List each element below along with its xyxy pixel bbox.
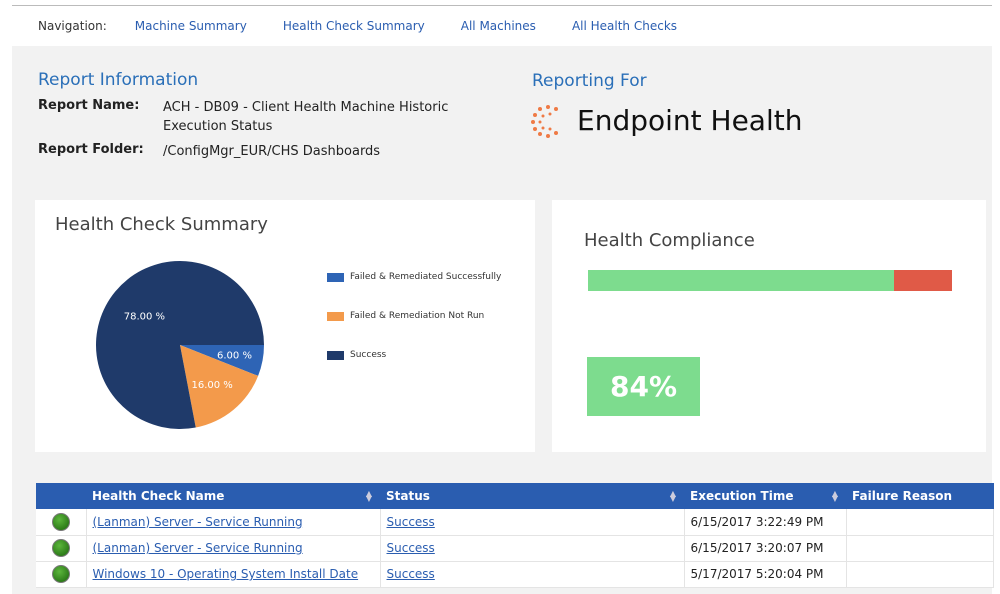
sort-icon[interactable]: ▲ ▼	[832, 490, 838, 503]
table-header: Health Check Name ▲ ▼ Status ▲ ▼ Execution T…	[36, 483, 994, 509]
report-name-value: ACH - DB09 - Client Health Machine Histo…	[163, 100, 449, 134]
report-body: Report Information Report Name: ACH - DB…	[12, 46, 994, 594]
nav-all-machines[interactable]: All Machines	[461, 19, 536, 33]
pie-chart: 6.00 % 16.00 % 78.00 %	[96, 261, 264, 429]
header-status[interactable]: Status ▲ ▼	[380, 483, 684, 509]
nav-machine-summary[interactable]: Machine Summary	[135, 19, 247, 33]
status-link[interactable]: Success	[387, 567, 435, 581]
header-icon-col	[36, 483, 86, 509]
health-check-link[interactable]: (Lanman) Server - Service Running	[93, 515, 303, 529]
sort-icon[interactable]: ▲ ▼	[670, 490, 676, 503]
health-check-link[interactable]: (Lanman) Server - Service Running	[93, 541, 303, 555]
status-icon-cell	[36, 509, 87, 536]
legend-label: Failed & Remediation Not Run	[350, 311, 485, 321]
success-status-icon	[51, 565, 70, 583]
table-row: (Lanman) Server - Service Running Succes…	[36, 535, 994, 562]
execution-time-cell: 6/15/2017 3:20:07 PM	[684, 535, 847, 562]
table-row: (Lanman) Server - Service Running Succes…	[36, 509, 994, 536]
slice-label: 78.00 %	[124, 312, 165, 323]
execution-time-cell: 5/17/2017 5:20:04 PM	[684, 561, 847, 588]
name-cell: Windows 10 - Operating System Install Da…	[86, 561, 381, 588]
status-cell: Success	[380, 561, 685, 588]
compliance-bar-bad	[893, 270, 952, 291]
slice-label: 16.00 %	[191, 380, 232, 391]
header-name[interactable]: Health Check Name ▲ ▼	[86, 483, 380, 509]
status-icon-cell	[36, 561, 87, 588]
name-cell: (Lanman) Server - Service Running	[86, 535, 381, 562]
report-folder-value: /ConfigMgr_EUR/CHS Dashboards	[163, 144, 381, 159]
failure-reason-cell	[846, 535, 994, 562]
health-check-link[interactable]: Windows 10 - Operating System Install Da…	[93, 567, 359, 581]
brand-name: Endpoint Health	[577, 104, 803, 137]
legend-swatch	[327, 350, 344, 360]
failure-reason-cell	[846, 561, 994, 588]
legend-item: Success	[327, 350, 386, 360]
header-execution-time[interactable]: Execution Time ▲ ▼	[684, 483, 846, 509]
report-info-heading: Report Information	[38, 70, 199, 90]
legend-item: Failed & Remediation Not Run	[327, 311, 484, 321]
name-cell: (Lanman) Server - Service Running	[86, 509, 381, 536]
health-check-summary-panel: Health Check Summary 6.00 % 16.00 % 78.00 …	[35, 200, 535, 452]
compliance-title: Health Compliance	[584, 230, 755, 251]
endpoint-health-logo-icon	[531, 105, 558, 138]
success-status-icon	[51, 512, 70, 531]
nav-all-health-checks[interactable]: All Health Checks	[572, 19, 677, 33]
status-link[interactable]: Success	[387, 515, 435, 529]
nav-health-check-summary[interactable]: Health Check Summary	[283, 19, 425, 33]
status-cell: Success	[380, 509, 685, 536]
legend-label: Failed & Remediated Successfully	[350, 272, 502, 282]
success-status-icon	[51, 539, 70, 557]
navigation-bar: Navigation: Machine Summary Health Check…	[12, 6, 992, 46]
legend-item: Failed & Remediated Successfully	[327, 272, 501, 282]
compliance-bar-good	[588, 270, 894, 291]
sort-icon[interactable]: ▲ ▼	[366, 490, 372, 503]
legend-label: Success	[350, 350, 387, 360]
failure-reason-cell	[846, 509, 994, 536]
report-folder-label: Report Folder:	[38, 142, 144, 157]
status-link[interactable]: Success	[387, 541, 435, 555]
report-name-label: Report Name:	[38, 98, 140, 113]
compliance-percent: 84%	[587, 357, 700, 416]
legend-swatch	[327, 272, 344, 282]
header-failure-reason[interactable]: Failure Reason	[846, 483, 994, 509]
execution-time-cell: 6/15/2017 3:22:49 PM	[684, 509, 847, 536]
nav-label: Navigation:	[38, 19, 107, 33]
slice-label: 6.00 %	[217, 350, 252, 361]
compliance-bar	[588, 270, 952, 291]
legend-swatch	[327, 311, 344, 321]
status-icon-cell	[36, 535, 87, 562]
table-row: Windows 10 - Operating System Install Da…	[36, 561, 994, 588]
reporting-for-heading: Reporting For	[532, 71, 647, 91]
status-cell: Success	[380, 535, 685, 562]
health-check-table: Health Check Name ▲ ▼ Status ▲ ▼ Execution T…	[36, 483, 994, 588]
health-compliance-panel: Health Compliance 84%	[552, 200, 986, 452]
